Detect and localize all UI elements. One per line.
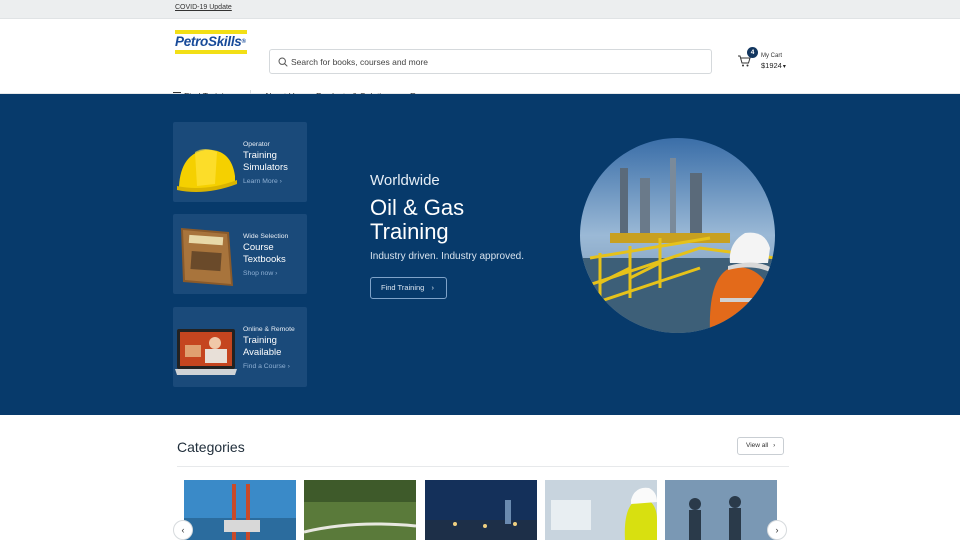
card-eyebrow: Operator (243, 141, 270, 148)
chevron-left-icon: ‹ (181, 525, 185, 535)
hard-hat-image (177, 149, 237, 192)
category-tile-pipeline[interactable] (304, 480, 416, 540)
find-training-button[interactable]: Find Training › (370, 277, 447, 299)
site-header: PetroSkills® 4 My Cart $1924▾ Find Train… (0, 19, 960, 102)
covid-update-link[interactable]: COVID-19 Update (175, 4, 232, 11)
laptop-image (175, 329, 237, 375)
card-eyebrow: Online & Remote (243, 326, 295, 333)
logo-bottom-bar (175, 50, 247, 54)
hero-banner: Operator Training Simulators Learn More ›… (0, 94, 960, 415)
cart-label: My Cart (761, 53, 782, 59)
chevron-right-icon: › (287, 363, 290, 370)
hero-subtitle: Worldwide (370, 172, 440, 189)
category-tile-control-room[interactable] (545, 480, 657, 540)
chevron-right-icon: › (275, 270, 278, 277)
cart-count-badge: 4 (747, 47, 758, 58)
promo-card-textbooks[interactable]: Wide Selection Course Textbooks Shop now … (173, 214, 307, 294)
search-icon (278, 57, 288, 67)
categories-heading: Categories (177, 439, 245, 455)
promo-card-simulators[interactable]: Operator Training Simulators Learn More › (173, 122, 307, 202)
promo-card-online-training[interactable]: Online & Remote Training Available Find a… (173, 307, 307, 387)
hero-title: Oil & Gas Training (370, 195, 465, 244)
carousel-prev-button[interactable]: ‹ (173, 520, 193, 540)
card-eyebrow: Wide Selection (243, 233, 289, 240)
carousel-next-button[interactable]: › (767, 520, 787, 540)
category-tile-refinery[interactable] (425, 480, 537, 540)
card-title: Training Available (243, 335, 282, 358)
hero-tagline: Industry driven. Industry approved. (370, 251, 524, 262)
chevron-down-icon: ▾ (782, 64, 786, 70)
offshore-platform-image (580, 138, 775, 333)
view-all-button[interactable]: View all › (737, 437, 784, 455)
category-tile-management[interactable] (665, 480, 777, 540)
chevron-right-icon: › (431, 283, 434, 292)
category-tile-drilling[interactable] (184, 480, 296, 540)
card-link-learn-more[interactable]: Learn More › (243, 178, 282, 185)
card-title: Course Textbooks (243, 242, 286, 265)
chevron-right-icon: › (773, 442, 776, 449)
chevron-right-icon: › (775, 525, 779, 535)
cart-total[interactable]: $1924▾ (761, 61, 786, 70)
chevron-right-icon: › (279, 178, 282, 185)
search-box[interactable] (269, 49, 712, 74)
card-title: Training Simulators (243, 150, 288, 173)
top-announcement-bar: COVID-19 Update (0, 0, 960, 19)
textbook-image (181, 228, 233, 286)
card-link-shop-now[interactable]: Shop now › (243, 270, 277, 277)
search-input[interactable] (291, 54, 701, 70)
logo-wordmark: PetroSkills® (175, 34, 246, 49)
categories-divider (177, 466, 789, 467)
card-link-find-course[interactable]: Find a Course › (243, 363, 290, 370)
cart-total-value: $1924 (761, 61, 782, 70)
petroskills-logo[interactable]: PetroSkills® (175, 30, 247, 54)
